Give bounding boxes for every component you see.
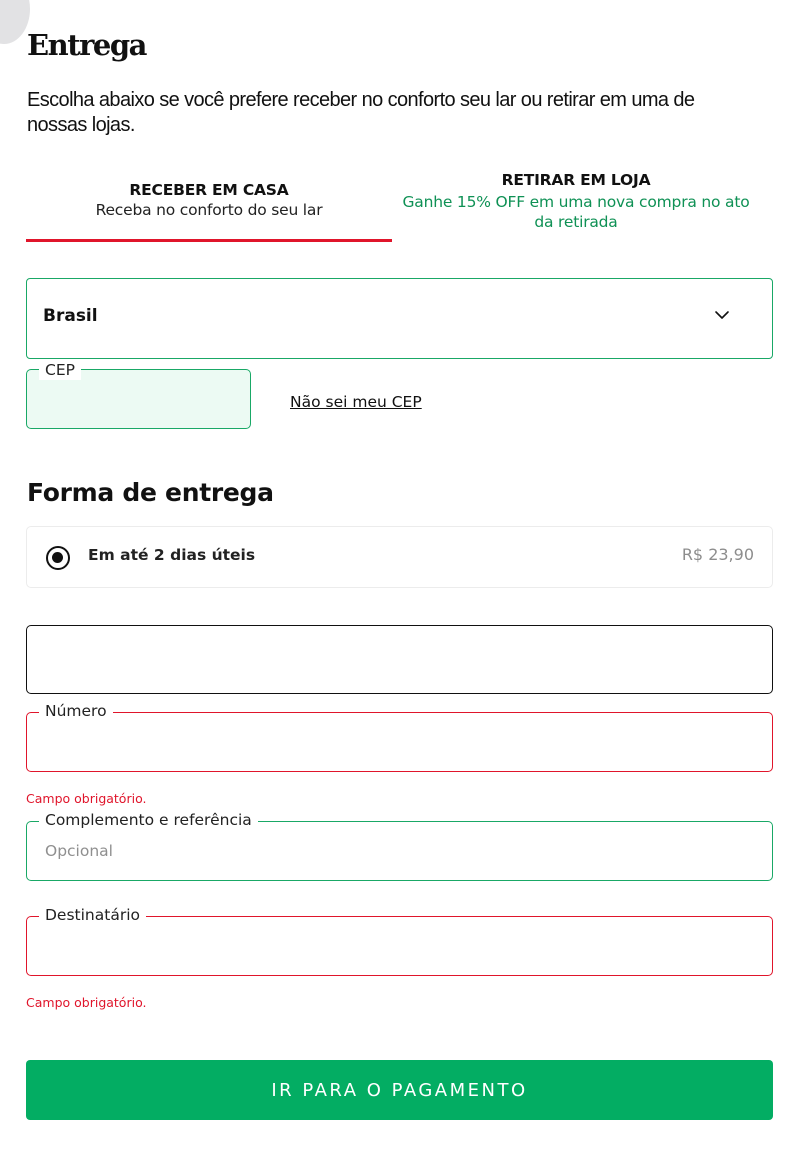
complement-input[interactable] — [27, 822, 772, 880]
tab-title: RETIRAR EM LOJA — [501, 171, 651, 189]
street-address-input[interactable] — [27, 626, 772, 693]
cep-label: CEP — [39, 360, 81, 380]
number-label: Número — [39, 701, 113, 721]
cep-field[interactable]: CEP — [26, 360, 251, 429]
tab-title: RECEBER EM CASA — [129, 181, 289, 199]
radio-selected-icon[interactable] — [46, 546, 70, 570]
country-value: Brasil — [43, 306, 98, 326]
shipping-option-price: R$ 23,90 — [681, 545, 754, 564]
number-error-message: Campo obrigatório. — [26, 791, 147, 806]
recipient-label: Destinatário — [39, 905, 146, 925]
shipping-section-title: Forma de entrega — [27, 478, 274, 507]
go-to-payment-button[interactable]: IR PARA O PAGAMENTO — [26, 1060, 773, 1120]
number-field[interactable]: Número — [26, 701, 773, 772]
recipient-input[interactable] — [27, 917, 772, 975]
corner-decoration — [0, 0, 30, 44]
number-input[interactable] — [27, 713, 772, 771]
shipping-option-label: Em até 2 dias úteis — [88, 546, 256, 564]
intro-text: Escolha abaixo se você prefere receber n… — [27, 89, 695, 136]
page-title: Entrega — [27, 28, 147, 62]
chevron-down-icon — [715, 311, 729, 319]
complement-label: Complemento e referência — [39, 810, 258, 830]
tab-receber-em-casa[interactable]: RECEBER EM CASA Receba no conforto do se… — [26, 160, 392, 242]
street-address-field[interactable] — [26, 625, 773, 694]
unknown-cep-link[interactable]: Não sei meu CEP — [290, 393, 422, 411]
tab-retirar-em-loja[interactable]: RETIRAR EM LOJA Ganhe 15% OFF em uma nov… — [392, 160, 760, 242]
recipient-error-message: Campo obrigatório. — [26, 995, 147, 1010]
complement-field[interactable]: Complemento e referência — [26, 810, 773, 881]
recipient-field[interactable]: Destinatário — [26, 905, 773, 976]
shipping-option[interactable]: Em até 2 dias úteis R$ 23,90 — [26, 526, 773, 588]
country-select[interactable]: Brasil — [26, 278, 773, 359]
tab-subtitle: Receba no conforto do seu lar — [95, 201, 323, 219]
tab-promo-subtitle: Ganhe 15% OFF em uma nova compra no ato … — [402, 193, 750, 231]
